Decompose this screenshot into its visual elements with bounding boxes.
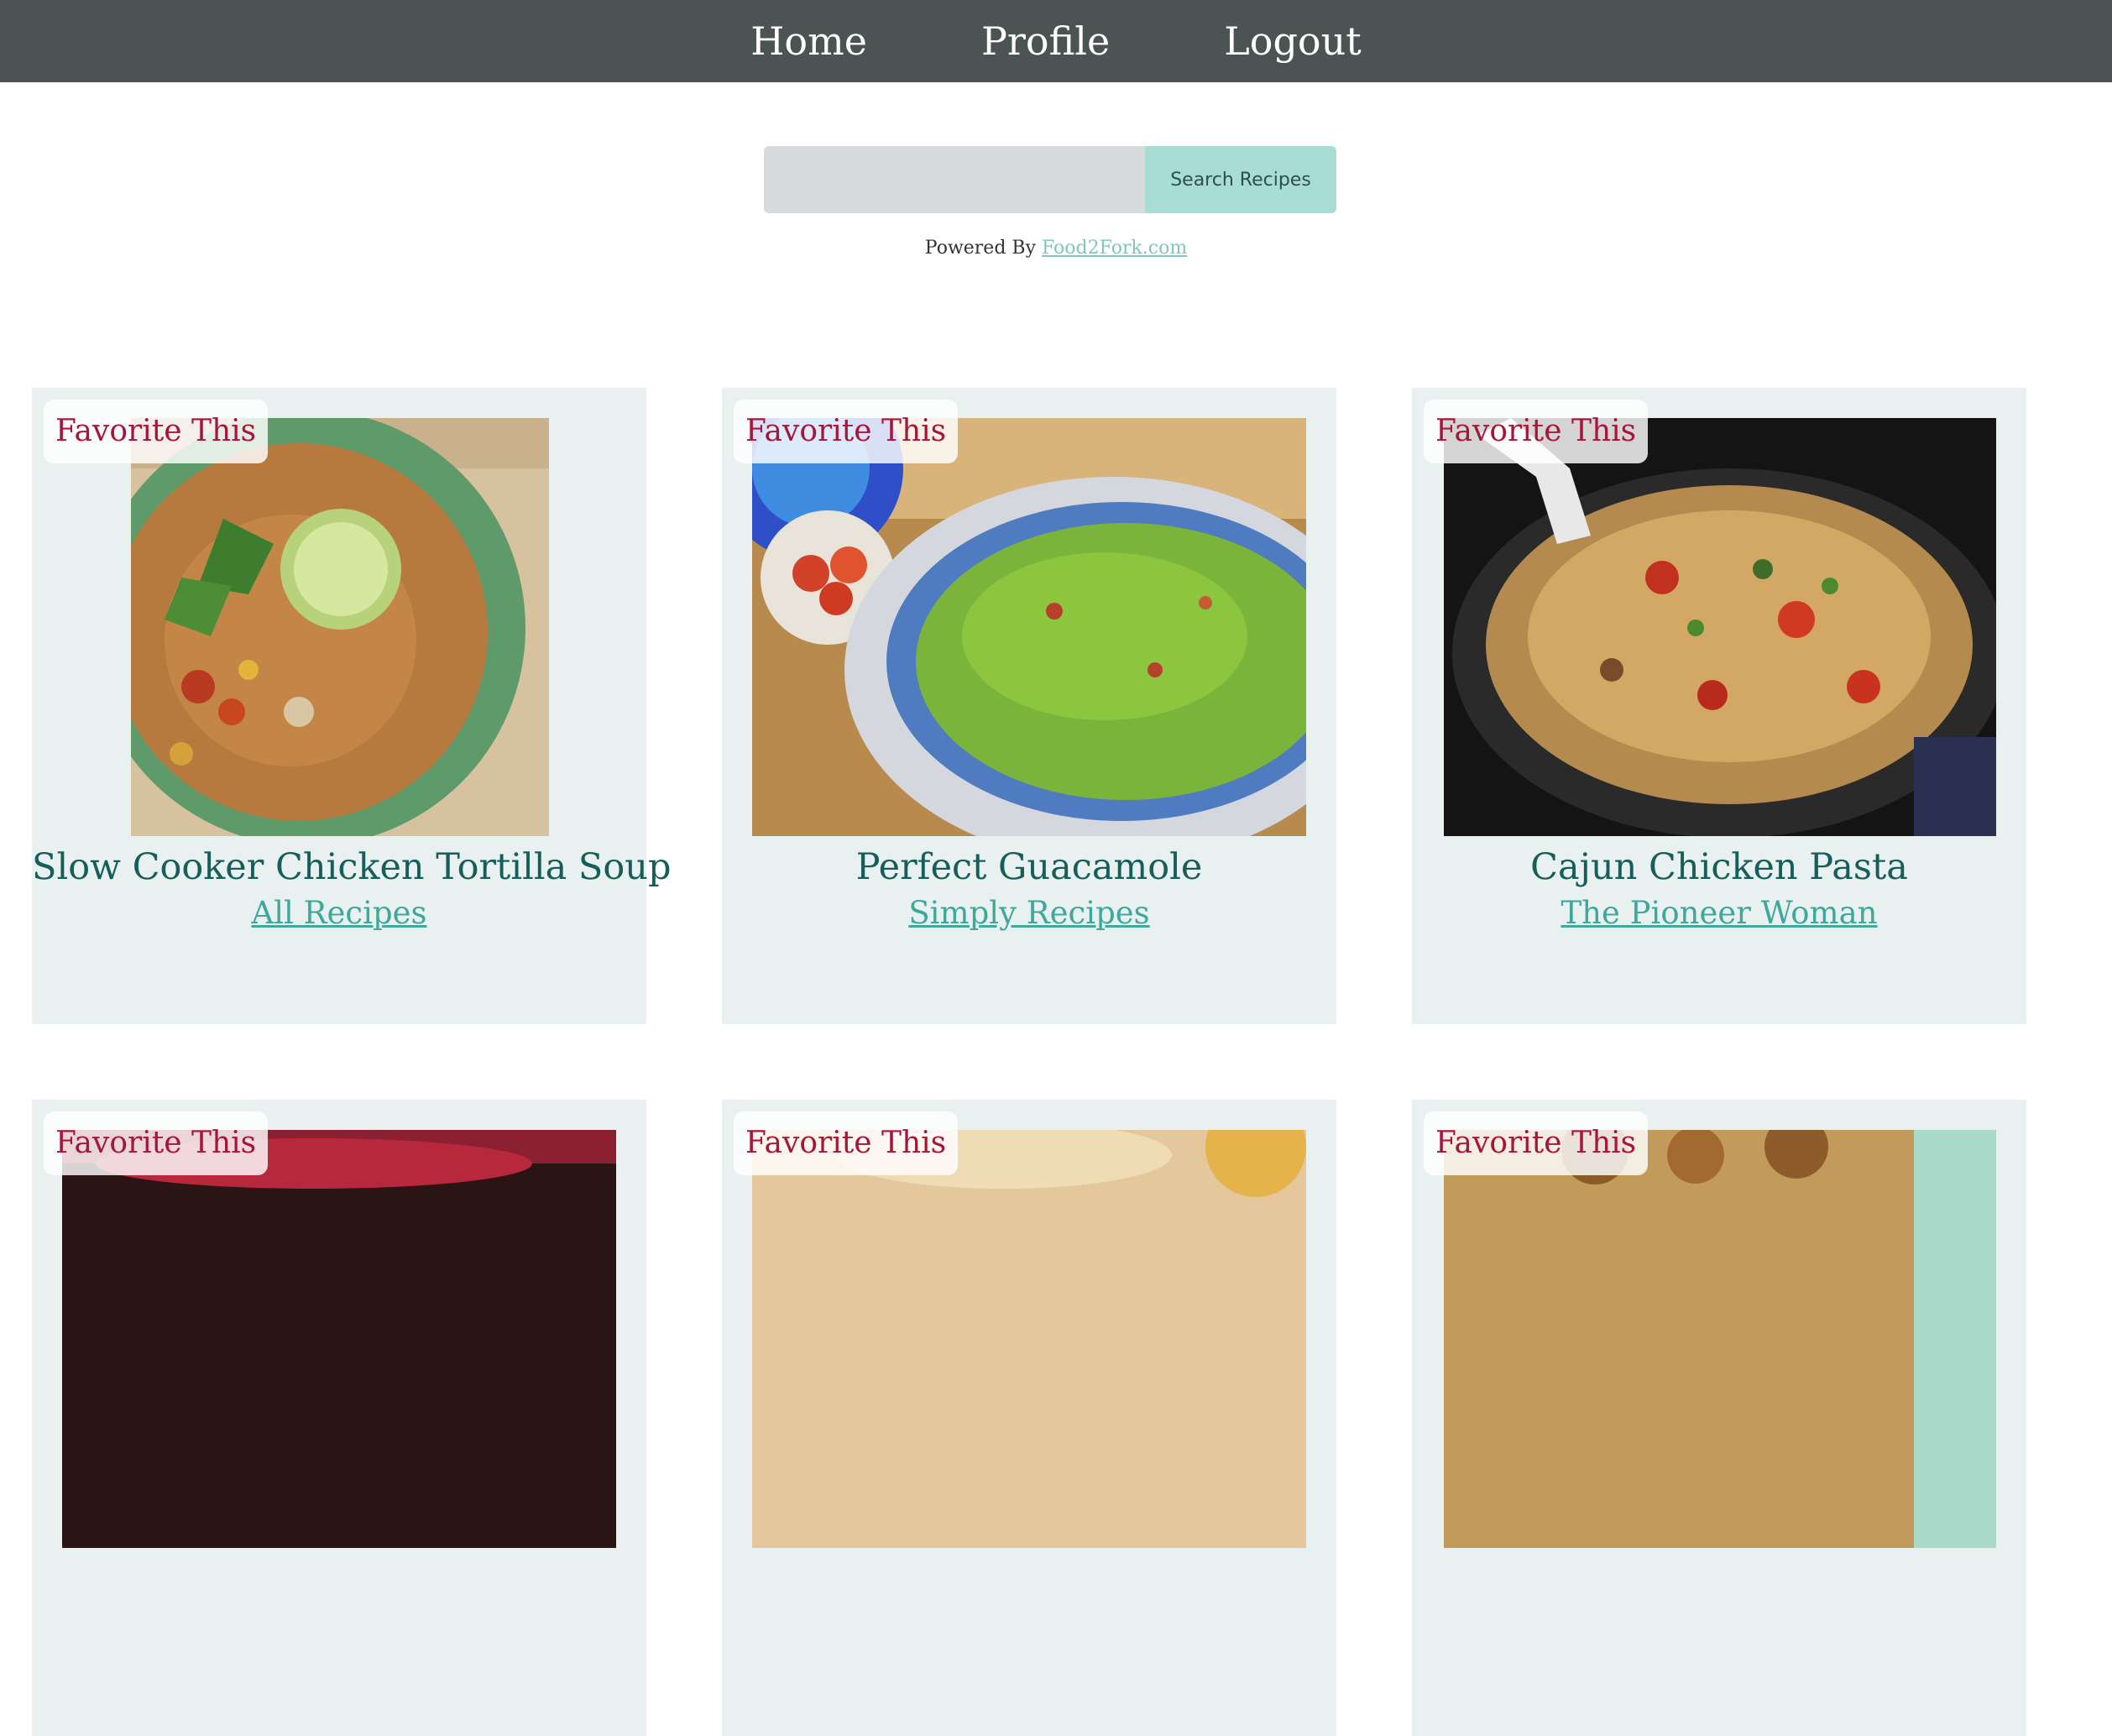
- recipe-source-link[interactable]: Simply Recipes: [722, 896, 1336, 931]
- powered-by-prefix: Powered By: [924, 238, 1042, 259]
- nav-profile-link[interactable]: Profile: [981, 22, 1110, 60]
- recipe-title: Perfect Guacamole: [855, 846, 1203, 888]
- recipe-photo-6[interactable]: [1444, 1130, 1996, 1548]
- recipe-source-link[interactable]: All Recipes: [32, 896, 646, 931]
- recipe-card: Favorite This Cajun Chicken Pasta The Pi…: [1412, 388, 2026, 1024]
- nav-home-link[interactable]: Home: [750, 22, 867, 60]
- tortilla-soup-photo[interactable]: [131, 418, 549, 836]
- favorite-button[interactable]: Favorite This: [734, 1111, 959, 1175]
- favorite-button[interactable]: Favorite This: [1424, 1111, 1649, 1175]
- favorite-button[interactable]: Favorite This: [44, 400, 269, 463]
- recipe-title: Cajun Chicken Pasta: [1530, 846, 1908, 888]
- favorite-button[interactable]: Favorite This: [734, 400, 959, 463]
- recipe-card: Favorite This Perfect Guacamole Simply R…: [722, 388, 1336, 1024]
- recipe-title: Slow Cooker Chicken Tortilla Soup: [32, 846, 672, 888]
- guacamole-photo[interactable]: [752, 418, 1306, 836]
- favorite-button[interactable]: Favorite This: [1424, 400, 1649, 463]
- search-recipes-button[interactable]: Search Recipes: [1145, 146, 1336, 213]
- nav-logout-link[interactable]: Logout: [1224, 22, 1362, 60]
- recipe-card: Favorite This Slow Cooker Chicken Tortil…: [32, 388, 672, 1024]
- recipe-card: Favorite This: [32, 1100, 646, 1736]
- top-nav: Home Profile Logout: [0, 0, 2112, 82]
- food2fork-link[interactable]: Food2Fork.com: [1042, 238, 1187, 259]
- cajun-pasta-photo[interactable]: [1444, 418, 1996, 836]
- recipe-card: Favorite This: [1412, 1100, 2026, 1736]
- recipe-source-link[interactable]: The Pioneer Woman: [1412, 896, 2026, 931]
- search-bar: Search Recipes: [764, 146, 1336, 213]
- search-input[interactable]: [764, 146, 1145, 213]
- recipe-card: Favorite This: [722, 1100, 1336, 1736]
- favorite-button[interactable]: Favorite This: [44, 1111, 269, 1175]
- recipe-photo-5[interactable]: [752, 1130, 1306, 1548]
- recipe-photo-4[interactable]: [62, 1130, 616, 1548]
- powered-by-text: Powered By Food2Fork.com: [0, 238, 2112, 259]
